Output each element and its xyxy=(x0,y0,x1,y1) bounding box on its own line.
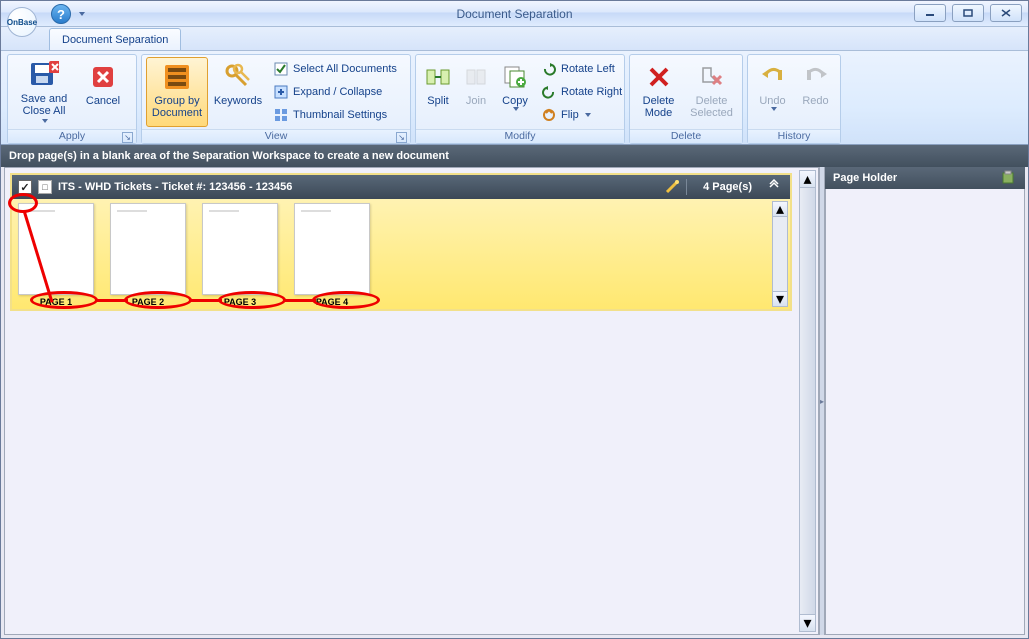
ribbon: Save and Close All Cancel Apply↘ Group b… xyxy=(1,51,1028,145)
save-icon xyxy=(28,61,60,91)
tab-document-separation[interactable]: Document Separation xyxy=(49,28,181,50)
copy-button[interactable]: Copy xyxy=(496,57,534,127)
redo-button[interactable]: Redo xyxy=(795,57,836,127)
apply-launcher[interactable]: ↘ xyxy=(122,132,133,143)
cancel-button[interactable]: Cancel xyxy=(78,57,128,127)
page-holder-body[interactable] xyxy=(825,189,1025,635)
page-label: PAGE 3 xyxy=(224,297,256,307)
help-button[interactable]: ? xyxy=(51,4,71,24)
keywords-icon xyxy=(222,61,254,93)
undo-button[interactable]: Undo xyxy=(752,57,793,127)
magic-wand-icon[interactable] xyxy=(664,179,680,195)
instruction-text: Drop page(s) in a blank area of the Sepa… xyxy=(9,150,449,162)
page-preview[interactable] xyxy=(110,203,186,295)
save-and-close-all-button[interactable]: Save and Close All xyxy=(12,57,76,127)
minimize-button[interactable] xyxy=(914,4,946,22)
split-button[interactable]: Split xyxy=(420,57,456,127)
page-thumbnail[interactable]: PAGE 2 xyxy=(108,203,188,307)
rotate-right-button[interactable]: Rotate Right xyxy=(536,81,627,103)
scroll-up-icon[interactable]: ▴ xyxy=(800,171,815,188)
page-label: PAGE 1 xyxy=(40,297,72,307)
group-label-modify: Modify xyxy=(416,129,624,143)
instruction-bar: Drop page(s) in a blank area of the Sepa… xyxy=(1,145,1028,167)
checkbox-icon xyxy=(273,61,289,77)
split-icon xyxy=(422,61,454,93)
select-all-documents-button[interactable]: Select All Documents xyxy=(268,58,402,80)
page-thumbnail[interactable]: PAGE 1 xyxy=(16,203,96,307)
scroll-down-icon[interactable]: ▾ xyxy=(800,614,815,631)
cancel-icon xyxy=(87,61,119,93)
maximize-button[interactable] xyxy=(952,4,984,22)
document-header[interactable]: ✓ □ ITS - WHD Tickets - Ticket #: 123456… xyxy=(12,175,790,199)
join-icon xyxy=(460,61,492,93)
ribbon-tab-row: Document Separation xyxy=(1,27,1028,51)
document-type-icon[interactable]: □ xyxy=(38,180,52,194)
redo-icon xyxy=(800,61,832,93)
page-holder-header: Page Holder xyxy=(825,167,1025,189)
document-panel: ✓ □ ITS - WHD Tickets - Ticket #: 123456… xyxy=(10,173,792,311)
delete-mode-icon xyxy=(643,61,675,93)
page-label: PAGE 4 xyxy=(316,297,348,307)
view-launcher[interactable]: ↘ xyxy=(396,132,407,143)
app-logo-text: OnBase xyxy=(7,18,37,27)
group-by-document-icon xyxy=(161,61,193,93)
page-thumbnail[interactable]: PAGE 3 xyxy=(200,203,280,307)
rotate-left-icon xyxy=(541,61,557,77)
scroll-down-icon[interactable]: ▾ xyxy=(773,291,787,306)
page-preview[interactable] xyxy=(294,203,370,295)
chevron-up-icon xyxy=(768,179,780,191)
window-title: Document Separation xyxy=(1,7,1028,21)
document-select-checkbox[interactable]: ✓ xyxy=(18,180,32,194)
maximize-icon xyxy=(962,8,974,18)
document-title: ITS - WHD Tickets - Ticket #: 123456 - 1… xyxy=(58,181,658,193)
clipboard-icon[interactable] xyxy=(1001,170,1017,186)
page-holder-title: Page Holder xyxy=(833,172,897,184)
rotate-right-icon xyxy=(541,84,557,100)
group-label-history: History xyxy=(748,129,840,143)
page-thumbnail[interactable]: PAGE 4 xyxy=(292,203,372,307)
thumbnail-settings-button[interactable]: Thumbnail Settings xyxy=(268,104,402,126)
copy-icon xyxy=(499,61,531,93)
group-label-delete: Delete xyxy=(630,129,742,143)
keywords-button[interactable]: Keywords xyxy=(210,57,266,127)
thumbnail-scrollbar[interactable]: ▴ ▾ xyxy=(772,201,788,307)
collapse-button[interactable] xyxy=(768,179,784,195)
page-count-label: 4 Page(s) xyxy=(693,181,762,193)
thumbnail-row[interactable]: PAGE 1 PAGE 2 PAGE 3 PAGE 4 ▴ ▾ xyxy=(12,199,790,309)
thumbnail-settings-icon xyxy=(273,107,289,123)
delete-selected-icon xyxy=(696,61,728,93)
app-logo[interactable]: OnBase xyxy=(7,7,37,37)
tab-label: Document Separation xyxy=(62,34,168,46)
close-button[interactable] xyxy=(990,4,1022,22)
title-bar: OnBase ? Document Separation xyxy=(1,1,1028,27)
flip-button[interactable]: Flip xyxy=(536,104,627,126)
page-preview[interactable] xyxy=(18,203,94,295)
flip-icon xyxy=(541,107,557,123)
join-button[interactable]: Join xyxy=(458,57,494,127)
page-preview[interactable] xyxy=(202,203,278,295)
rotate-left-button[interactable]: Rotate Left xyxy=(536,58,627,80)
delete-mode-button[interactable]: Delete Mode xyxy=(634,57,683,127)
delete-selected-button[interactable]: Delete Selected xyxy=(685,57,738,127)
minimize-icon xyxy=(924,8,936,18)
scroll-up-icon[interactable]: ▴ xyxy=(773,202,787,217)
expand-collapse-icon xyxy=(273,84,289,100)
page-holder-panel: Page Holder xyxy=(825,167,1025,635)
expand-collapse-button[interactable]: Expand / Collapse xyxy=(268,81,402,103)
group-by-document-button[interactable]: Group by Document xyxy=(146,57,208,127)
quick-access-dropdown[interactable] xyxy=(75,12,87,16)
page-label: PAGE 2 xyxy=(132,297,164,307)
group-label-view: View↘ xyxy=(142,129,410,143)
workspace-scrollbar[interactable]: ▴ ▾ xyxy=(799,170,816,632)
close-icon xyxy=(1000,8,1012,18)
separation-workspace[interactable]: ✓ □ ITS - WHD Tickets - Ticket #: 123456… xyxy=(4,167,819,635)
group-label-apply: Apply↘ xyxy=(8,129,136,143)
undo-icon xyxy=(757,61,789,93)
